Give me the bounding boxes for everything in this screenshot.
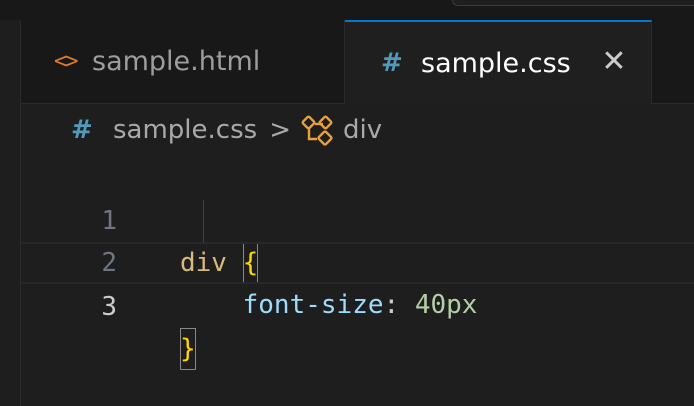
breadcrumb-symbol[interactable]: div [343,115,382,145]
chevron-right-icon: > [269,115,291,145]
tab-sample-html[interactable]: <> sample.html [21,20,345,103]
css-value: 40px [414,290,478,320]
css-hash-icon: # [71,115,93,145]
code-line: 2 font-size: 40px [21,200,694,320]
close-brace: } [180,328,196,370]
code-line: 1 div { [21,158,694,284]
css-property: font-size [242,290,384,320]
tab-bar: <> sample.html # sample.css ✕ [21,20,694,104]
breadcrumb-file[interactable]: sample.css [113,115,257,145]
line-number: 3 [101,292,117,322]
close-icon[interactable]: ✕ [601,47,627,77]
colon: : [383,290,400,320]
tab-sample-css[interactable]: # sample.css ✕ [345,20,652,104]
editor-window: <> sample.html # sample.css ✕ # sample.c… [0,0,694,406]
code-editor[interactable]: 1 div { 2 font-size: 40px 3 } [21,150,694,406]
code-line-current: 3 } [21,242,694,370]
tab-label: sample.css [421,47,571,79]
tab-label: sample.html [92,46,261,77]
code-text: font-size: 40px [180,284,478,326]
symbol-structure-icon [301,113,335,147]
breadcrumb: # sample.css > div [71,110,382,150]
css-hash-icon: # [381,48,403,78]
html-brackets-icon: <> [54,49,79,74]
command-center[interactable] [452,0,694,6]
code-text: } [180,328,196,370]
